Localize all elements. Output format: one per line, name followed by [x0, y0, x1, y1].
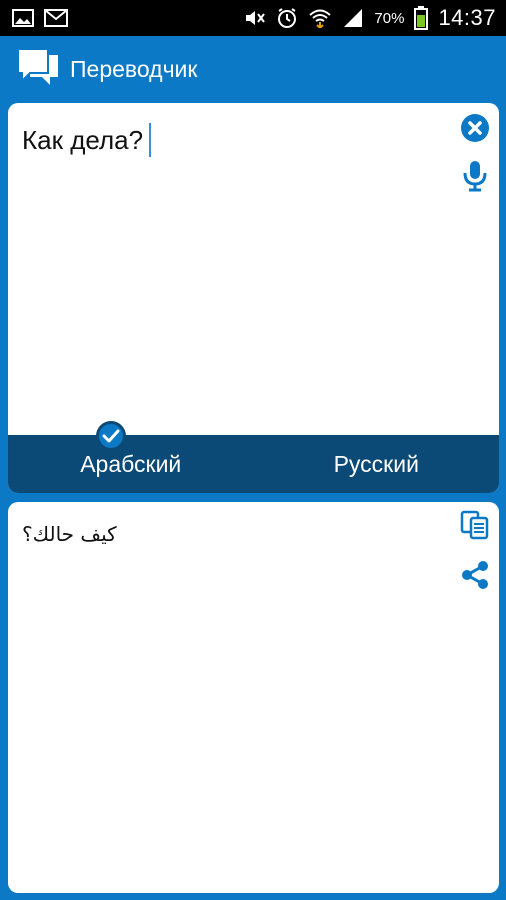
target-language-tab[interactable]: Русский	[254, 435, 500, 493]
source-language-label: Арабский	[80, 450, 182, 477]
source-text-input[interactable]: Как дела?	[22, 123, 152, 157]
wifi-icon	[308, 8, 332, 28]
text-caret	[149, 123, 152, 157]
battery-icon	[414, 6, 429, 30]
battery-percent: 70%	[374, 9, 405, 27]
copy-button[interactable]	[458, 510, 492, 544]
signal-icon	[342, 8, 364, 28]
share-icon	[460, 560, 490, 595]
microphone-icon	[461, 160, 489, 197]
microphone-button[interactable]	[458, 160, 492, 197]
clear-icon	[460, 113, 490, 148]
clear-button[interactable]	[458, 113, 492, 147]
status-bar: 70% 14:37	[0, 0, 506, 36]
input-card: Как дела? Арабский Русский	[8, 103, 499, 493]
target-language-label: Русский	[333, 450, 419, 477]
output-card: كيف حالك؟	[8, 502, 499, 893]
language-bar: Арабский Русский	[8, 435, 499, 493]
app-bar: Переводчик	[0, 36, 506, 102]
mail-icon	[44, 9, 68, 27]
source-language-tab[interactable]: Арабский	[8, 435, 254, 493]
mute-icon	[244, 8, 266, 28]
image-icon	[12, 9, 34, 27]
chat-bubbles-icon	[16, 47, 62, 91]
copy-icon	[460, 510, 490, 545]
alarm-icon	[276, 7, 298, 29]
selected-check-icon	[96, 421, 126, 451]
share-button[interactable]	[458, 560, 492, 594]
translated-text: كيف حالك؟	[22, 522, 117, 546]
app-title: Переводчик	[70, 55, 198, 82]
source-text: Как дела?	[22, 124, 144, 155]
clock: 14:37	[438, 5, 496, 30]
